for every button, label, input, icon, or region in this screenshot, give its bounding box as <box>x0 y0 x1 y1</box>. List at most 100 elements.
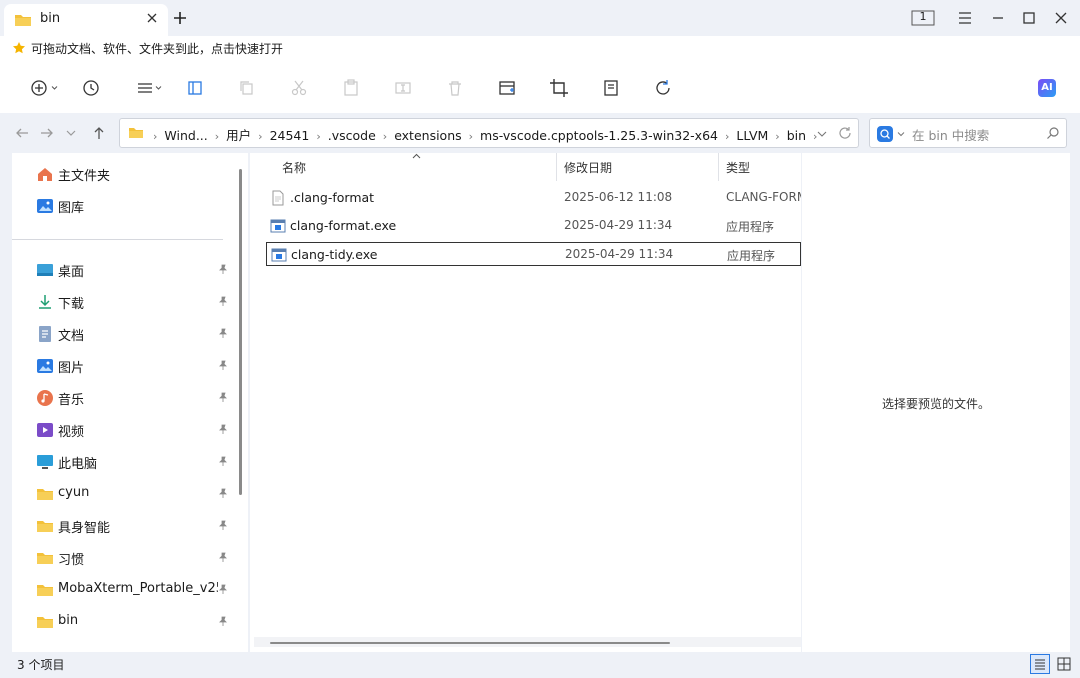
breadcrumb-item[interactable]: ms-vscode.cpptools-1.25.3-win32-x64 <box>480 128 718 143</box>
column-divider[interactable] <box>556 153 557 181</box>
details-view-button[interactable] <box>1030 654 1050 674</box>
close-tab-icon[interactable] <box>146 12 158 24</box>
command-toolbar: AI <box>0 61 1080 114</box>
star-icon <box>12 41 26 55</box>
sort-up-icon <box>412 153 421 159</box>
file-row[interactable]: .clang-format 2025-06-12 11:08 CLANG-FOR… <box>266 186 801 210</box>
breadcrumb-item[interactable]: extensions <box>394 128 461 143</box>
new-tab-button[interactable] <box>170 8 190 28</box>
sidebar-item-embodied-ai[interactable]: 具身智能 <box>36 514 236 538</box>
breadcrumb-item[interactable]: 24541 <box>270 128 310 143</box>
address-dropdown-chevron-icon[interactable] <box>817 130 827 138</box>
pin-icon[interactable] <box>218 584 228 594</box>
document-icon <box>36 325 54 343</box>
breadcrumb-item[interactable]: .vscode <box>328 128 376 143</box>
up-arrow-icon[interactable] <box>91 125 107 141</box>
column-header-type[interactable]: 类型 <box>726 159 750 176</box>
folder-icon <box>36 549 54 567</box>
sidebar-item-gallery[interactable]: 图库 <box>36 194 236 218</box>
desktop-icon <box>36 261 54 279</box>
new-plus-icon[interactable] <box>28 77 50 99</box>
cut-icon[interactable] <box>288 77 310 99</box>
history-clock-icon[interactable] <box>80 77 102 99</box>
sidebar-item-videos[interactable]: 视频 <box>36 418 236 442</box>
breadcrumb-item[interactable]: LLVM <box>736 128 768 143</box>
pin-icon[interactable] <box>218 296 228 306</box>
pin-icon[interactable] <box>218 616 228 626</box>
rename-icon[interactable] <box>392 77 414 99</box>
archive-icon[interactable] <box>600 77 622 99</box>
pin-icon[interactable] <box>218 264 228 274</box>
home-icon <box>36 165 54 183</box>
sidebar-item-bin[interactable]: bin <box>36 610 236 634</box>
sidebar-item-habits[interactable]: 习惯 <box>36 546 236 570</box>
search-icon[interactable] <box>1046 126 1060 140</box>
view-list-icon[interactable] <box>134 77 156 99</box>
chevron-down-icon[interactable] <box>51 85 58 91</box>
forward-arrow-icon[interactable] <box>39 125 55 141</box>
paste-icon[interactable] <box>340 77 362 99</box>
breadcrumb-item[interactable]: Wind... <box>164 128 207 143</box>
column-header-name[interactable]: 名称 <box>282 159 306 176</box>
menu-button[interactable] <box>953 6 977 30</box>
file-modified: 2025-04-29 11:34 <box>564 218 673 232</box>
file-row[interactable]: clang-format.exe 2025-04-29 11:34 应用程序 <box>266 214 801 238</box>
tab-bin[interactable]: bin <box>4 4 168 36</box>
favorites-hint-bar: 可拖动文档、软件、文件夹到此，点击快速打开 <box>0 36 1080 61</box>
delete-icon[interactable] <box>444 77 466 99</box>
close-window-button[interactable] <box>1049 6 1073 30</box>
navigation-pane: 主文件夹 图库 桌面 下载 文档 图片 音乐 视频 此电脑 cyun 具身智能 … <box>12 153 248 652</box>
sidebar-item-home[interactable]: 主文件夹 <box>36 162 236 186</box>
chevron-down-icon[interactable] <box>897 131 905 137</box>
sidebar-item-desktop[interactable]: 桌面 <box>36 258 236 282</box>
pin-icon[interactable] <box>218 520 228 530</box>
back-arrow-icon[interactable] <box>14 125 30 141</box>
pin-icon[interactable] <box>218 360 228 370</box>
pin-icon[interactable] <box>218 328 228 338</box>
pin-icon[interactable] <box>218 488 228 498</box>
gallery-icon <box>36 197 54 215</box>
search-input[interactable]: 在 bin 中搜索 <box>912 125 989 144</box>
exe-file-icon <box>270 218 286 234</box>
pin-icon[interactable] <box>218 552 228 562</box>
tab-count-button[interactable]: 1 <box>911 6 935 30</box>
search-box[interactable]: 在 bin 中搜索 <box>869 118 1067 148</box>
sync-icon[interactable] <box>652 77 674 99</box>
column-divider[interactable] <box>718 153 719 181</box>
new-window-icon[interactable] <box>496 77 518 99</box>
pane-toggle-icon[interactable] <box>184 77 206 99</box>
search-engine-icon[interactable] <box>877 126 893 142</box>
sidebar-item-this-pc[interactable]: 此电脑 <box>36 450 236 474</box>
sidebar-item-music[interactable]: 音乐 <box>36 386 236 410</box>
tiles-view-button[interactable] <box>1054 654 1074 674</box>
copy-icon[interactable] <box>236 77 258 99</box>
ai-button[interactable]: AI <box>1038 79 1056 97</box>
recent-chevron-down-icon[interactable] <box>63 125 79 141</box>
horizontal-scrollbar-thumb[interactable] <box>270 642 670 644</box>
column-header-modified[interactable]: 修改日期 <box>564 159 612 176</box>
sidebar-item-pictures[interactable]: 图片 <box>36 354 236 378</box>
breadcrumb-item[interactable]: bin <box>787 128 806 143</box>
pin-icon[interactable] <box>218 392 228 402</box>
crop-icon[interactable] <box>548 77 570 99</box>
pin-icon[interactable] <box>218 456 228 466</box>
pictures-icon <box>36 357 54 375</box>
address-bar[interactable]: › Wind... › 用户 › 24541 › .vscode › extensions › ms-… <box>119 118 859 148</box>
sidebar-item-mobaxterm[interactable]: MobaXterm_Portable_v25.2 <box>36 578 236 602</box>
folder-icon <box>36 581 54 599</box>
maximize-button[interactable] <box>1017 6 1041 30</box>
chevron-down-icon[interactable] <box>155 85 162 91</box>
file-row-selected[interactable]: clang-tidy.exe 2025-04-29 11:34 应用程序 <box>266 242 801 266</box>
minimize-button[interactable] <box>986 6 1010 30</box>
divider <box>12 239 223 240</box>
folder-icon <box>36 485 54 503</box>
tab-title: bin <box>40 11 61 26</box>
pin-icon[interactable] <box>218 424 228 434</box>
video-icon <box>36 421 54 439</box>
breadcrumb-item[interactable]: 用户 <box>226 128 251 143</box>
sidebar-item-downloads[interactable]: 下载 <box>36 290 236 314</box>
sidebar-item-documents[interactable]: 文档 <box>36 322 236 346</box>
sidebar-item-cyun[interactable]: cyun <box>36 482 236 506</box>
sidebar-scrollbar[interactable] <box>239 169 242 495</box>
refresh-icon[interactable] <box>838 126 852 140</box>
